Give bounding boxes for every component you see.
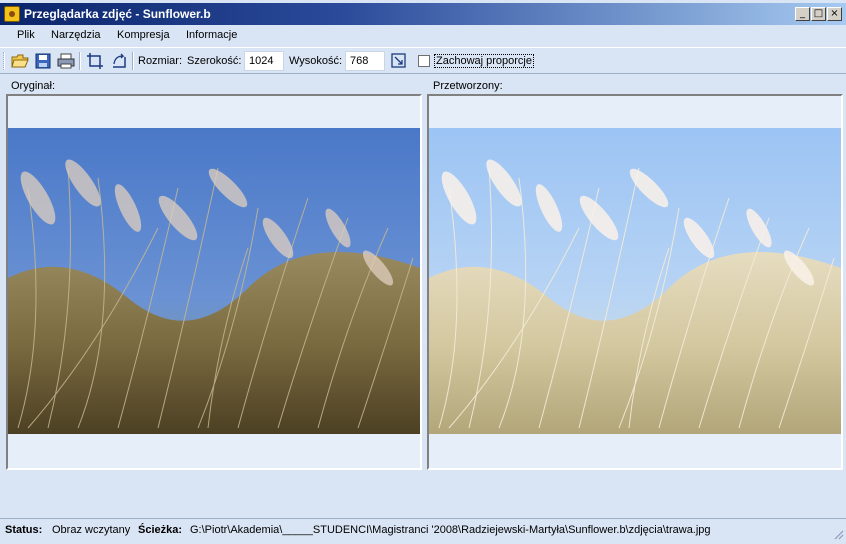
- processed-panel-label: Przetworzony:: [433, 80, 503, 92]
- toolbar-grip: [3, 52, 5, 70]
- size-label: Rozmiar:: [138, 55, 183, 67]
- toolbar-separator: [132, 52, 134, 70]
- width-input[interactable]: [244, 51, 284, 71]
- menu-informacje[interactable]: Informacje: [186, 29, 237, 41]
- sunflower-app-icon: [4, 6, 20, 22]
- original-image: [8, 128, 420, 438]
- close-button[interactable]: ×: [827, 7, 842, 21]
- print-icon[interactable]: [57, 52, 75, 70]
- toolbar: Rozmiar: Szerokość: Wysokość: Zachowaj p…: [0, 47, 846, 74]
- menu-plik[interactable]: Plik: [17, 29, 35, 41]
- width-label: Szerokość:: [187, 55, 242, 67]
- minimize-button[interactable]: _: [795, 7, 810, 21]
- watermark-bottom: [8, 434, 420, 468]
- rotate-icon[interactable]: [110, 52, 128, 70]
- path-value: G:\Piotr\Akademia\_____STUDENCI\Magistra…: [190, 524, 711, 536]
- menu-bar: Plik Narzędzia Kompresja Informacje: [0, 25, 846, 47]
- status-label: Status:: [5, 524, 43, 536]
- menu-narzedzia[interactable]: Narzędzia: [51, 29, 101, 41]
- height-input[interactable]: [345, 51, 385, 71]
- processed-image: [429, 128, 841, 438]
- resize-icon[interactable]: [390, 52, 408, 70]
- height-label: Wysokość:: [289, 55, 343, 67]
- original-image-panel[interactable]: [6, 94, 422, 470]
- status-value: Obraz wczytany: [52, 524, 131, 536]
- save-icon[interactable]: [34, 52, 52, 70]
- resize-grip-icon[interactable]: [832, 528, 844, 540]
- menu-kompresja[interactable]: Kompresja: [117, 29, 170, 41]
- watermark-top: [429, 96, 841, 130]
- app-window: Przeglądarka zdjęć - Sunflower.b _ □ × P…: [0, 0, 846, 544]
- window-title: Przeglądarka zdjęć - Sunflower.b: [24, 7, 211, 21]
- watermark-top: [8, 96, 420, 130]
- status-bar: Status: Obraz wczytany Ścieżka: G:\Piotr…: [0, 518, 846, 542]
- open-folder-icon[interactable]: [11, 52, 29, 70]
- processed-image-panel[interactable]: [427, 94, 843, 470]
- title-bar[interactable]: Przeglądarka zdjęć - Sunflower.b _ □ ×: [0, 3, 846, 25]
- toolbar-separator: [79, 52, 81, 70]
- path-label: Ścieżka:: [138, 524, 183, 536]
- watermark-bottom: [429, 434, 841, 468]
- original-panel-label: Oryginał:: [11, 80, 56, 92]
- keep-ratio-checkbox[interactable]: [418, 55, 430, 67]
- keep-ratio-label[interactable]: Zachowaj proporcje: [434, 54, 534, 68]
- crop-icon[interactable]: [86, 52, 104, 70]
- maximize-button[interactable]: □: [811, 7, 826, 21]
